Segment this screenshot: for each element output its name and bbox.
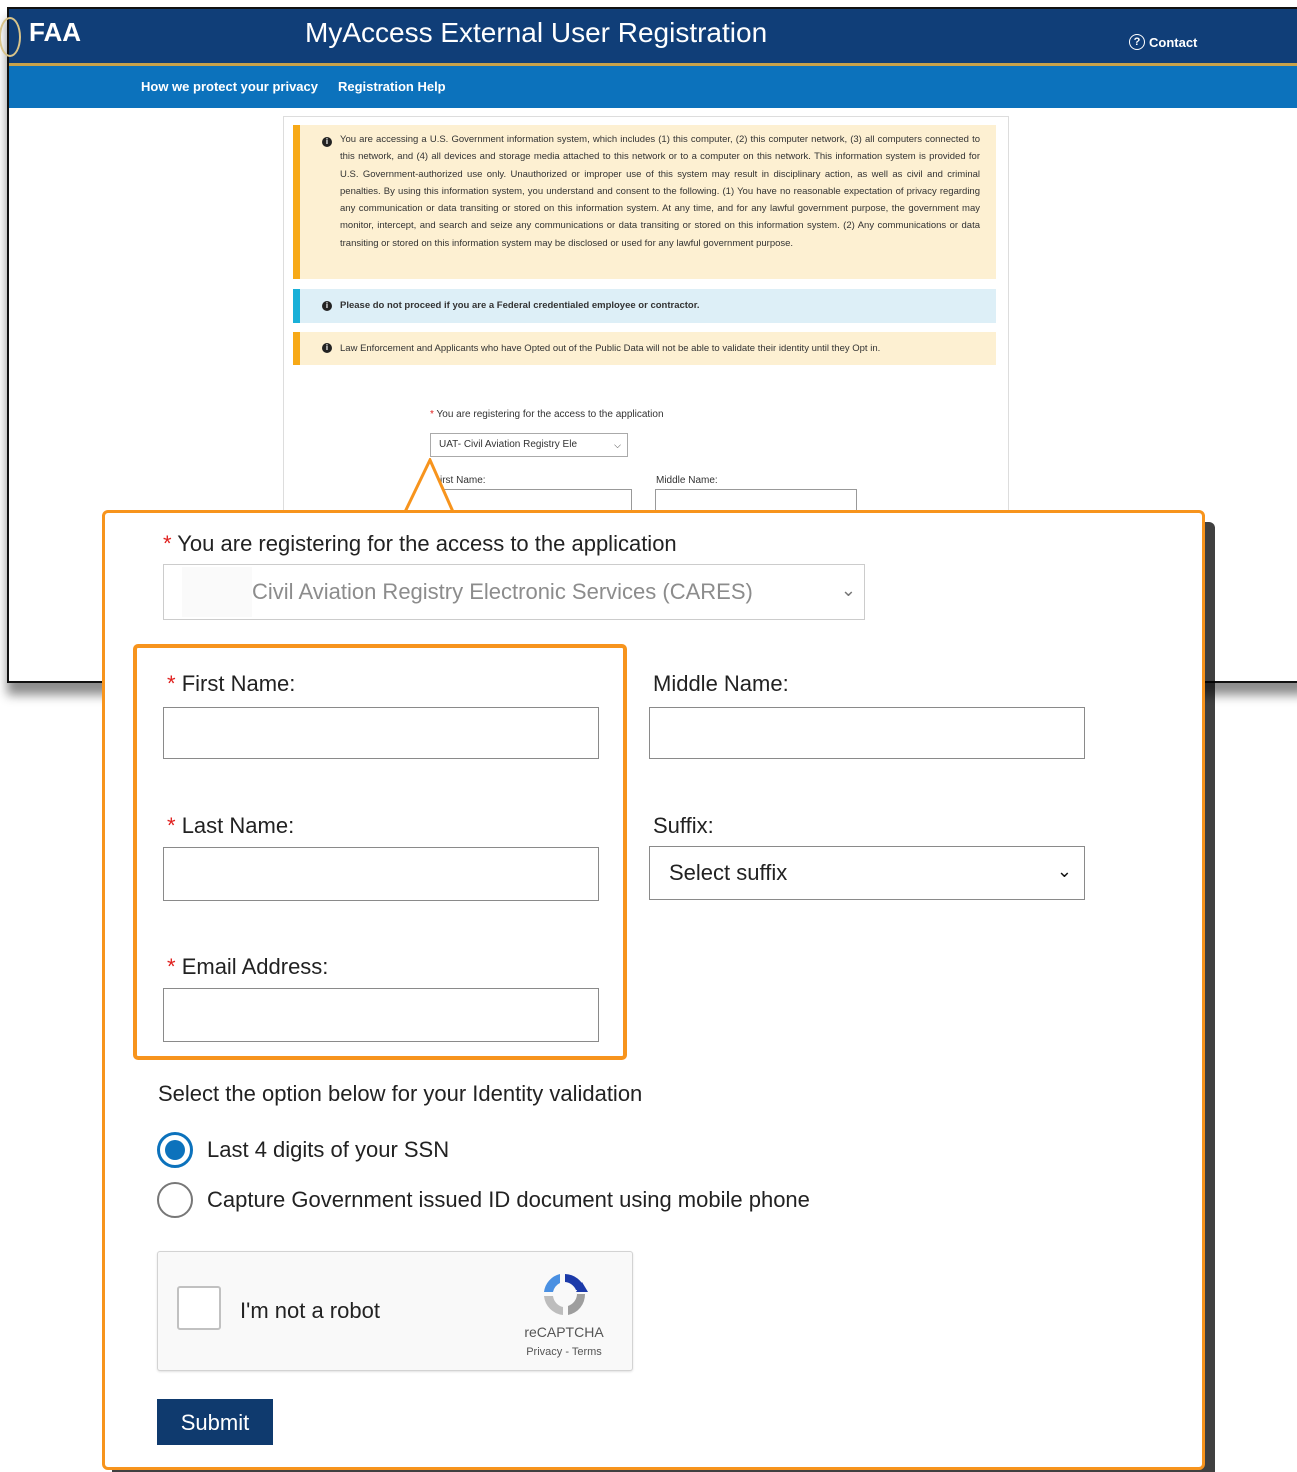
email-label: * Email Address: (167, 954, 329, 979)
page-title: MyAccess External User Registration (305, 17, 768, 48)
info-icon: i (322, 301, 332, 311)
last-name-label: * Last Name: (167, 813, 295, 838)
last-name-input[interactable] (163, 847, 599, 901)
recaptcha-icon (544, 1274, 588, 1315)
email-input[interactable] (163, 988, 599, 1042)
middle-name-input[interactable] (649, 707, 1085, 759)
federal-notice-text: Please do not proceed if you are a Feder… (340, 300, 700, 311)
help-circle-icon: ? (1129, 34, 1145, 50)
chevron-down-icon: ⌄ (840, 580, 856, 600)
first-name-input[interactable] (163, 707, 599, 759)
nav-bar: How we protect your privacy Registration… (9, 66, 1297, 108)
application-label-small: * You are registering for the access to … (430, 409, 664, 420)
recaptcha-privacy-terms[interactable]: Privacy - Terms (514, 1346, 614, 1358)
contact-label: Contact (1149, 34, 1198, 50)
submit-button[interactable]: Submit (157, 1399, 273, 1445)
gov-id-option-label[interactable]: Capture Government issued ID document us… (207, 1187, 810, 1213)
faa-seal-icon (0, 17, 21, 57)
application-select-value: Civil Aviation Registry Electronic Servi… (252, 579, 753, 604)
government-warning-alert: i You are accessing a U.S. Government in… (293, 125, 996, 279)
federal-employee-alert: i Please do not proceed if you are a Fed… (293, 289, 996, 323)
contact-link[interactable]: ? Contact (1129, 34, 1197, 50)
chevron-down-icon: ⌄ (1056, 861, 1072, 881)
application-select[interactable]: Civil Aviation Registry Electronic Servi… (163, 564, 865, 620)
recaptcha-widget: I'm not a robot reCAPTCHA Privacy - Term… (157, 1251, 633, 1371)
redacted-block (182, 567, 252, 617)
ssn-radio[interactable] (157, 1132, 193, 1168)
middle-name-label-small: Middle Name: (656, 475, 718, 486)
zoomed-form-panel: * You are registering for the access to … (102, 510, 1205, 1470)
application-label: * You are registering for the access to … (163, 531, 677, 556)
law-enforcement-alert: i Law Enforcement and Applicants who hav… (293, 332, 996, 365)
info-icon: i (322, 137, 332, 147)
site-header: FAA MyAccess External User Registration … (0, 9, 1297, 66)
recaptcha-checkbox[interactable] (177, 1286, 221, 1330)
ssn-option-label[interactable]: Last 4 digits of your SSN (207, 1137, 449, 1163)
first-name-label: * First Name: (167, 671, 296, 696)
faa-logo[interactable]: FAA (29, 17, 81, 48)
identity-validation-prompt: Select the option below for your Identit… (158, 1081, 643, 1106)
suffix-select[interactable]: Select suffix ⌄ (649, 846, 1085, 900)
application-select-small[interactable]: UAT- Civil Aviation Registry Ele ⌵ (430, 433, 628, 457)
middle-name-label: Middle Name: (653, 671, 789, 696)
law-enforcement-text: Law Enforcement and Applicants who have … (340, 343, 881, 354)
required-mark: * (163, 531, 172, 556)
gov-id-radio[interactable] (157, 1182, 193, 1218)
suffix-label: Suffix: (653, 813, 714, 838)
government-warning-text: You are accessing a U.S. Government info… (340, 134, 980, 249)
recaptcha-brand: reCAPTCHA (524, 1324, 604, 1340)
info-icon: i (322, 343, 332, 353)
privacy-link[interactable]: How we protect your privacy (141, 79, 318, 94)
suffix-select-value: Select suffix (669, 860, 788, 885)
registration-help-link[interactable]: Registration Help (338, 79, 446, 94)
recaptcha-label: I'm not a robot (240, 1298, 380, 1323)
callout-pointer (402, 458, 456, 515)
chevron-down-icon: ⌵ (614, 440, 621, 450)
